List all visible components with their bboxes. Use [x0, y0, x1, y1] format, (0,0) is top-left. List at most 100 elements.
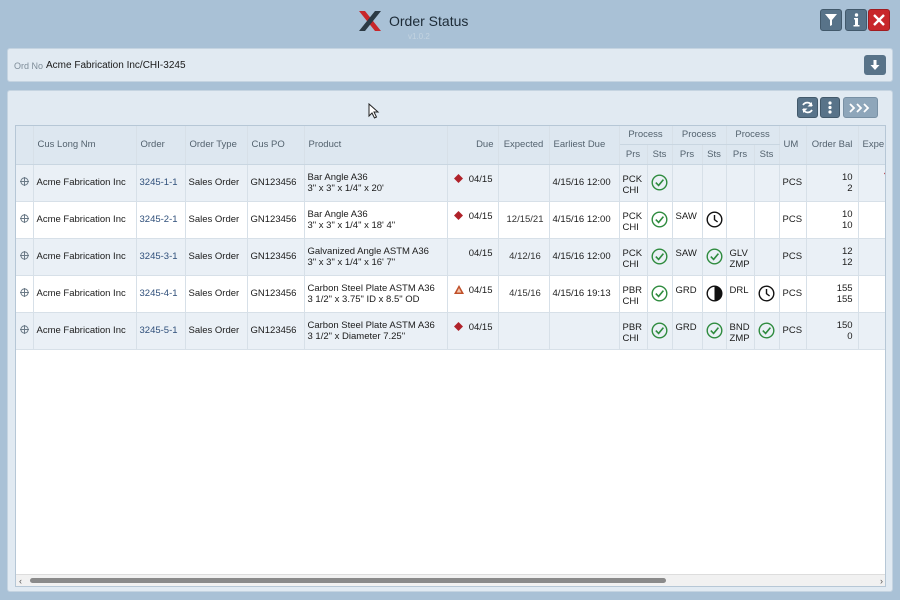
table-row[interactable]: Acme Fabrication Inc 3245-1-1 Sales Order G…: [16, 164, 885, 202]
process-1-sts-cell: [647, 275, 673, 313]
order-link[interactable]: 3245-4-1: [140, 288, 178, 299]
scrollbar-thumb[interactable]: [30, 578, 666, 583]
product-name: Carbon Steel Plate ASTM A36: [307, 282, 435, 294]
expe-cell: [858, 238, 885, 276]
process-3-prs-cell: [726, 164, 755, 202]
close-button[interactable]: [868, 9, 890, 31]
order-cell[interactable]: 3245-3-1: [136, 238, 186, 276]
process-2-sts-cell: [702, 238, 727, 276]
refresh-button[interactable]: [797, 97, 818, 118]
row-expand-cell[interactable]: [16, 275, 34, 313]
expected-cell: 4/12/16: [498, 238, 550, 276]
order-type-cell: Sales Order: [185, 238, 248, 276]
table-row[interactable]: Acme Fabrication Inc 3245-5-1 Sales Order G…: [16, 312, 885, 350]
column-header-sts-1[interactable]: Sts: [647, 144, 673, 165]
process-3-prs-cell: [726, 201, 755, 239]
column-header-due[interactable]: Due: [447, 126, 499, 165]
order-cell[interactable]: 3245-1-1: [136, 164, 186, 202]
order-link[interactable]: 3245-3-1: [140, 251, 178, 262]
column-header-earliest-due[interactable]: Earliest Due: [549, 126, 620, 165]
info-icon: [853, 13, 860, 27]
mouse-cursor-icon: [368, 103, 380, 119]
download-button[interactable]: [864, 55, 886, 75]
table-row[interactable]: Acme Fabrication Inc 3245-4-1 Sales Order G…: [16, 275, 885, 313]
column-group-process-3: Process: [726, 126, 780, 145]
cus-po-cell: GN123456: [247, 164, 305, 202]
order-link[interactable]: 3245-1-1: [140, 177, 178, 188]
column-header-prs-3[interactable]: Prs: [726, 144, 755, 165]
row-expand-cell[interactable]: [16, 201, 34, 239]
cus-po-cell: GN123456: [247, 238, 305, 276]
order-type-cell: Sales Order: [185, 201, 248, 239]
due-cell: 04/15: [447, 164, 499, 202]
column-header-order[interactable]: Order: [136, 126, 186, 165]
order-cell[interactable]: 3245-4-1: [136, 275, 186, 313]
more-options-button[interactable]: [820, 97, 840, 118]
check-icon: [758, 322, 775, 339]
order-type-cell: Sales Order: [185, 275, 248, 313]
order-number-value[interactable]: Acme Fabrication Inc/CHI-3245: [46, 60, 186, 71]
column-header-cus-long-nm[interactable]: Cus Long Nm: [33, 126, 137, 165]
column-header-sts-3[interactable]: Sts: [754, 144, 780, 165]
earliest-due-cell: 4/15/16 19:13: [549, 275, 620, 313]
info-button[interactable]: [845, 9, 867, 31]
um-cell: PCS: [779, 312, 807, 350]
process-1-sts-cell: [647, 238, 673, 276]
crosshair-expand-icon[interactable]: [19, 287, 29, 297]
order-bal-cell: 10 10: [806, 201, 859, 239]
earliest-due-cell: [549, 312, 620, 350]
order-link[interactable]: 3245-2-1: [140, 214, 178, 225]
order-cell[interactable]: 3245-5-1: [136, 312, 186, 350]
process-2-sts-cell: [702, 201, 727, 239]
crosshair-expand-icon[interactable]: [19, 176, 29, 186]
filter-button[interactable]: [820, 9, 842, 31]
product-name: Galvanized Angle ASTM A36: [307, 245, 429, 257]
um-cell: PCS: [779, 201, 807, 239]
crosshair-expand-icon[interactable]: [19, 324, 29, 334]
process-2-prs-cell: GRD: [672, 312, 703, 350]
row-expand-cell[interactable]: [16, 312, 34, 350]
process-2-sts-cell: [702, 275, 727, 313]
scroll-left-icon[interactable]: ‹: [19, 575, 22, 586]
column-header-um[interactable]: UM: [779, 126, 807, 165]
row-expand-cell[interactable]: [16, 238, 34, 276]
table-row[interactable]: Acme Fabrication Inc 3245-3-1 Sales Order G…: [16, 238, 885, 276]
product-cell: Bar Angle A36 3" x 3" x 1/4" x 18' 4": [304, 201, 448, 239]
due-date: 04/15: [468, 173, 493, 185]
process-3-sts-cell: [754, 275, 780, 313]
order-cell[interactable]: 3245-2-1: [136, 201, 186, 239]
column-header-sts-2[interactable]: Sts: [702, 144, 727, 165]
chevron-right-triple-icon: [848, 102, 869, 113]
cus-po-cell: GN123456: [247, 312, 305, 350]
process-1-prs-cell: PBR CHI: [619, 312, 648, 350]
order-link[interactable]: 3245-5-1: [140, 325, 178, 336]
process-3-prs-cell: DRL: [726, 275, 755, 313]
column-header-expected[interactable]: Expected: [498, 126, 550, 165]
cus-po-cell: GN123456: [247, 201, 305, 239]
crosshair-expand-icon[interactable]: [19, 250, 29, 260]
column-header-prs-2[interactable]: Prs: [672, 144, 703, 165]
expand-columns-button[interactable]: [843, 97, 878, 118]
column-header-order-type[interactable]: Order Type: [185, 126, 248, 165]
scroll-right-icon[interactable]: ›: [880, 575, 883, 586]
clock-icon: [706, 211, 723, 228]
column-header-cus-po[interactable]: Cus PO: [247, 126, 305, 165]
customer-cell: Acme Fabrication Inc: [33, 238, 137, 276]
order-bal-cell: 10 2: [806, 164, 859, 202]
app-logo-icon: [359, 11, 381, 31]
horizontal-scrollbar[interactable]: ‹ ›: [16, 574, 885, 586]
product-cell: Galvanized Angle ASTM A36 3" x 3" x 1/4" …: [304, 238, 448, 276]
column-header-expand: [16, 126, 34, 165]
table-row[interactable]: Acme Fabrication Inc 3245-2-1 Sales Order G…: [16, 201, 885, 239]
order-table: Cus Long Nm Order Order Type Cus PO Prod…: [16, 126, 885, 350]
row-expand-cell[interactable]: [16, 164, 34, 202]
order-bal-cell: 155 155: [806, 275, 859, 313]
column-header-product[interactable]: Product: [304, 126, 448, 165]
um-cell: PCS: [779, 238, 807, 276]
order-type-cell: Sales Order: [185, 312, 248, 350]
crosshair-expand-icon[interactable]: [19, 213, 29, 223]
column-header-expe[interactable]: Expe: [858, 126, 885, 165]
column-header-prs-1[interactable]: Prs: [619, 144, 648, 165]
column-header-order-bal[interactable]: Order Bal: [806, 126, 859, 165]
expected-cell: 4/15/16: [498, 275, 550, 313]
